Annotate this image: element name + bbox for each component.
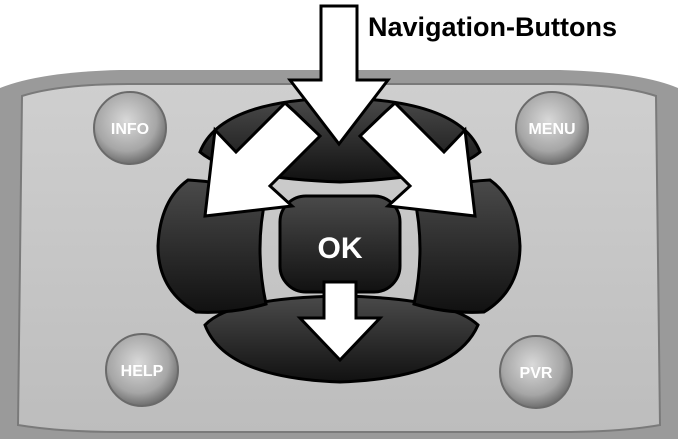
ok-button[interactable]: OK (278, 194, 402, 294)
info-button-label: INFO (111, 121, 149, 138)
remote-illustration: OK INFO MENU HELP PVR Navigation-Buttons (0, 0, 678, 439)
help-button-label: HELP (121, 363, 164, 380)
menu-button[interactable]: MENU (515, 91, 589, 165)
navigation-buttons-caption: Navigation-Buttons (368, 12, 617, 42)
help-button[interactable]: HELP (105, 333, 179, 407)
info-button[interactable]: INFO (93, 91, 167, 165)
pvr-button[interactable]: PVR (499, 335, 573, 409)
pvr-button-label: PVR (520, 365, 553, 382)
remote-control-graphic: OK INFO MENU HELP PVR (0, 4, 678, 439)
menu-button-label: MENU (528, 121, 575, 138)
ok-button-label: OK (318, 232, 363, 265)
